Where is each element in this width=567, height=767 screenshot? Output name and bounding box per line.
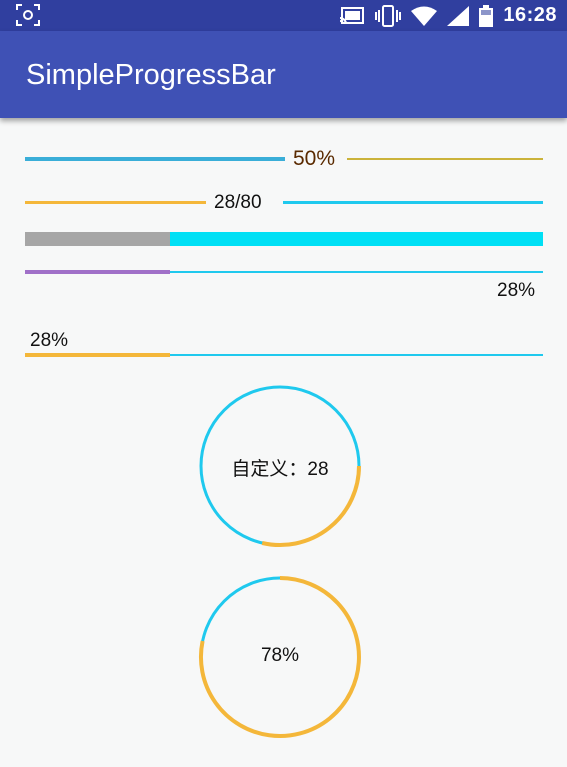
progress-remaining [170, 354, 543, 356]
progress-remaining [170, 232, 543, 246]
progress-label: 自定义：28 [231, 459, 329, 480]
progress-label: 28/80 [214, 192, 262, 213]
progress-reached [25, 201, 206, 204]
battery-icon [479, 4, 494, 27]
signal-icon [447, 5, 470, 26]
cast-icon [340, 6, 365, 24]
progress-reached [25, 353, 170, 357]
vibrate-icon [375, 4, 402, 27]
app-title: SimpleProgressBar [26, 59, 276, 91]
progress-label: 28% [497, 280, 536, 301]
progress-reached [25, 232, 170, 246]
screen-capture-icon [16, 4, 40, 26]
clock: 16:28 [503, 4, 557, 26]
status-bar: 16:28 [0, 0, 567, 31]
progress-label: 28% [30, 330, 69, 351]
progress-remaining [170, 271, 543, 273]
progress-label: 78% [260, 645, 300, 666]
app-bar: SimpleProgressBar [0, 31, 567, 118]
progress-remaining [283, 201, 543, 204]
progress-label: 50% [293, 147, 336, 170]
progress-reached [25, 270, 170, 274]
wifi-icon [411, 6, 438, 26]
progress-reached [25, 157, 285, 161]
progress-remaining [347, 158, 543, 160]
